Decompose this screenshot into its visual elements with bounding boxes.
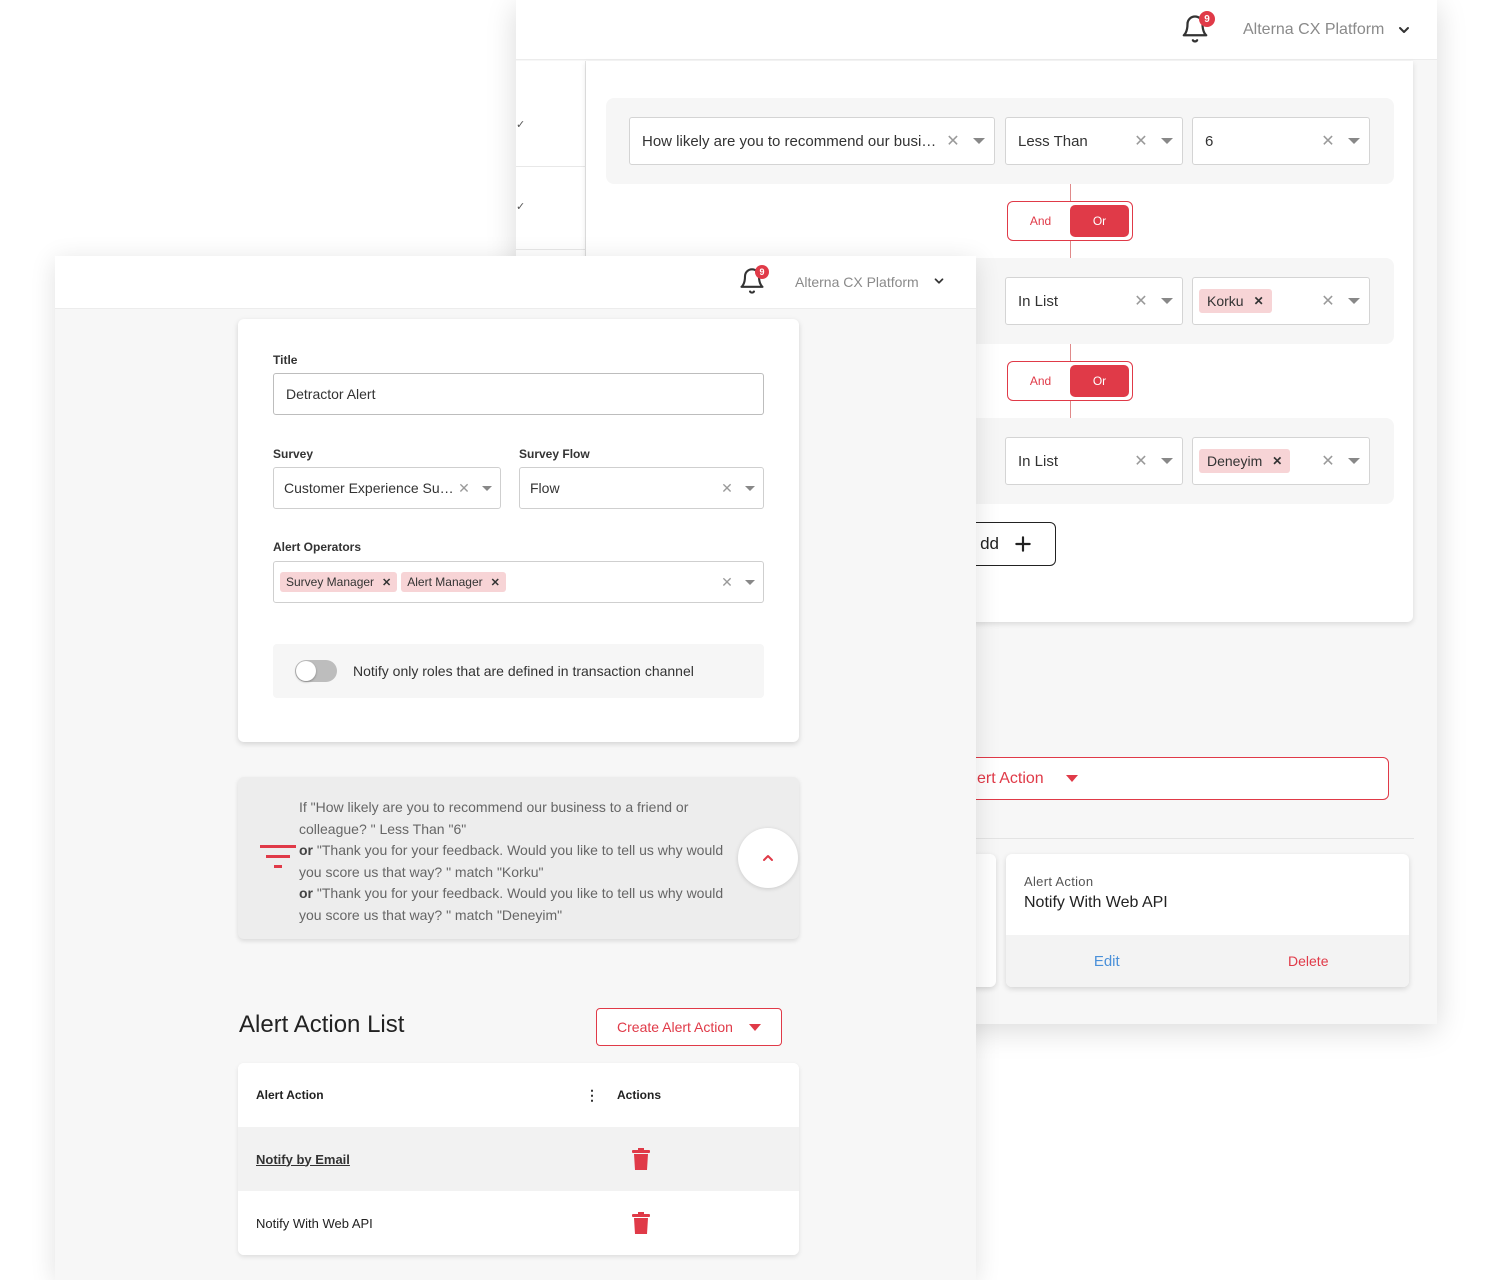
- divider: [956, 838, 1414, 839]
- table-row: Notify by Email: [238, 1127, 799, 1191]
- alert-action-list-title: Alert Action List: [239, 1011, 405, 1038]
- caret-down-icon[interactable]: [474, 485, 500, 491]
- and-or-toggle[interactable]: And Or: [1007, 201, 1133, 241]
- alert-operators-select[interactable]: Survey Manager ✕ Alert Manager ✕ ✕: [273, 561, 764, 603]
- and-option[interactable]: And: [1011, 205, 1070, 237]
- column-menu-icon[interactable]: ⋮: [585, 1087, 599, 1104]
- top-bar: 9 Alterna CX Platform: [55, 256, 976, 309]
- title-label: Title: [273, 353, 298, 367]
- chevron-down-icon[interactable]: [1396, 22, 1412, 38]
- column-header: Actions: [617, 1088, 662, 1102]
- operator-chip: Alert Manager ✕: [401, 572, 506, 592]
- caret-down-icon[interactable]: [737, 485, 763, 491]
- operator-chip: Survey Manager ✕: [280, 572, 398, 592]
- survey-flow-label: Survey Flow: [519, 447, 590, 461]
- remove-chip-icon[interactable]: ✕: [382, 576, 391, 589]
- caret-down-icon: [1065, 775, 1078, 782]
- filter-icon: [260, 845, 296, 868]
- divider: [516, 249, 586, 250]
- table-row: Notify With Web API: [238, 1191, 799, 1255]
- card-footer: Edit Delete: [1006, 935, 1409, 987]
- survey-select[interactable]: Customer Experience Survey ✕: [273, 467, 501, 509]
- value-select[interactable]: 6 ✕: [1192, 117, 1370, 165]
- chevron-up-icon: [763, 855, 773, 861]
- operator-select[interactable]: In List ✕: [1005, 277, 1183, 325]
- caret-down-icon[interactable]: [1152, 298, 1182, 304]
- operator-select[interactable]: Less Than ✕: [1005, 117, 1183, 165]
- column-header: Alert Action: [256, 1088, 324, 1102]
- clear-icon[interactable]: ✕: [1130, 131, 1152, 151]
- remove-chip-icon[interactable]: ✕: [1254, 294, 1264, 308]
- clear-icon[interactable]: ✕: [1130, 291, 1152, 311]
- front-window: 9 Alterna CX Platform Title Detractor Al…: [55, 256, 976, 1280]
- alert-action-label: Alert Action: [1024, 874, 1094, 889]
- notify-roles-toggle[interactable]: [295, 660, 337, 682]
- divider: [516, 166, 586, 167]
- chevron-down-icon[interactable]: [932, 274, 946, 288]
- plus-icon: [1015, 536, 1031, 552]
- caret-down-icon[interactable]: [1339, 298, 1369, 304]
- and-or-toggle[interactable]: And Or: [1007, 361, 1133, 401]
- notify-toggle-label: Notify only roles that are defined in tr…: [353, 663, 694, 679]
- operator-select[interactable]: In List ✕: [1005, 437, 1183, 485]
- clear-icon[interactable]: ✕: [717, 574, 737, 591]
- value-chip: Korku ✕: [1199, 289, 1272, 313]
- clear-icon[interactable]: ✕: [1130, 451, 1152, 471]
- survey-label: Survey: [273, 447, 314, 461]
- or-option[interactable]: Or: [1070, 205, 1129, 237]
- alert-operators-label: Alert Operators: [273, 540, 362, 554]
- value-select[interactable]: Deneyim ✕ ✕: [1192, 437, 1370, 485]
- delete-link[interactable]: Delete: [1208, 953, 1410, 969]
- value-select[interactable]: Korku ✕ ✕: [1192, 277, 1370, 325]
- clear-icon[interactable]: ✕: [1317, 291, 1339, 311]
- caret-down-icon[interactable]: [737, 579, 763, 585]
- notify-toggle-row: Notify only roles that are defined in tr…: [273, 644, 764, 698]
- alert-action-value: Notify With Web API: [1024, 894, 1168, 911]
- top-bar: 9 Alterna CX Platform: [516, 0, 1437, 60]
- edit-link[interactable]: Edit: [1006, 953, 1208, 970]
- title-input[interactable]: Detractor Alert: [273, 373, 764, 415]
- clear-icon[interactable]: ✕: [1317, 131, 1339, 151]
- alert-form-card: Title Detractor Alert Survey Customer Ex…: [238, 319, 799, 742]
- notification-badge: 9: [755, 265, 769, 279]
- caret-down-icon[interactable]: [1152, 458, 1182, 464]
- remove-chip-icon[interactable]: ✕: [1272, 454, 1282, 468]
- alert-action-link[interactable]: Notify by Email: [256, 1152, 350, 1167]
- platform-name[interactable]: Alterna CX Platform: [1243, 21, 1384, 39]
- alert-action-name: Notify With Web API: [256, 1215, 373, 1231]
- condition-summary-text: If "How likely are you to recommend our …: [299, 799, 724, 923]
- trash-icon[interactable]: [632, 1212, 650, 1234]
- alert-action-dropdown[interactable]: ert Action: [956, 757, 1389, 800]
- table-header-row: Alert Action ⋮ Actions: [238, 1063, 799, 1127]
- platform-name[interactable]: Alterna CX Platform: [795, 274, 919, 290]
- remove-chip-icon[interactable]: ✕: [491, 576, 500, 589]
- trash-icon[interactable]: [632, 1148, 650, 1170]
- chevron-down-icon[interactable]: ✓: [516, 200, 525, 213]
- or-option[interactable]: Or: [1070, 365, 1129, 397]
- clear-icon[interactable]: ✕: [717, 480, 737, 497]
- survey-flow-select[interactable]: Flow ✕: [519, 467, 764, 509]
- and-option[interactable]: And: [1011, 365, 1070, 397]
- clear-icon[interactable]: ✕: [454, 480, 474, 497]
- caret-down-icon[interactable]: [964, 138, 994, 144]
- caret-down-icon[interactable]: [1339, 458, 1369, 464]
- condition-row: How likely are you to recommend our busi…: [606, 98, 1394, 184]
- alert-action-card: Alert Action Notify With Web API Edit De…: [1006, 854, 1409, 987]
- chevron-down-icon[interactable]: ✓: [516, 118, 525, 131]
- clear-icon[interactable]: ✕: [942, 131, 964, 151]
- caret-down-icon: [748, 1023, 761, 1031]
- alert-action-table: Alert Action ⋮ Actions Notify by Email N…: [238, 1063, 799, 1255]
- collapse-button[interactable]: [738, 828, 798, 888]
- question-select[interactable]: How likely are you to recommend our busi…: [629, 117, 995, 165]
- clear-icon[interactable]: ✕: [1317, 451, 1339, 471]
- value-chip: Deneyim ✕: [1199, 449, 1291, 473]
- caret-down-icon[interactable]: [1339, 138, 1369, 144]
- condition-summary-card: If "How likely are you to recommend our …: [238, 777, 799, 939]
- notification-badge: 9: [1199, 11, 1215, 27]
- create-alert-action-button[interactable]: Create Alert Action: [596, 1008, 782, 1046]
- caret-down-icon[interactable]: [1152, 138, 1182, 144]
